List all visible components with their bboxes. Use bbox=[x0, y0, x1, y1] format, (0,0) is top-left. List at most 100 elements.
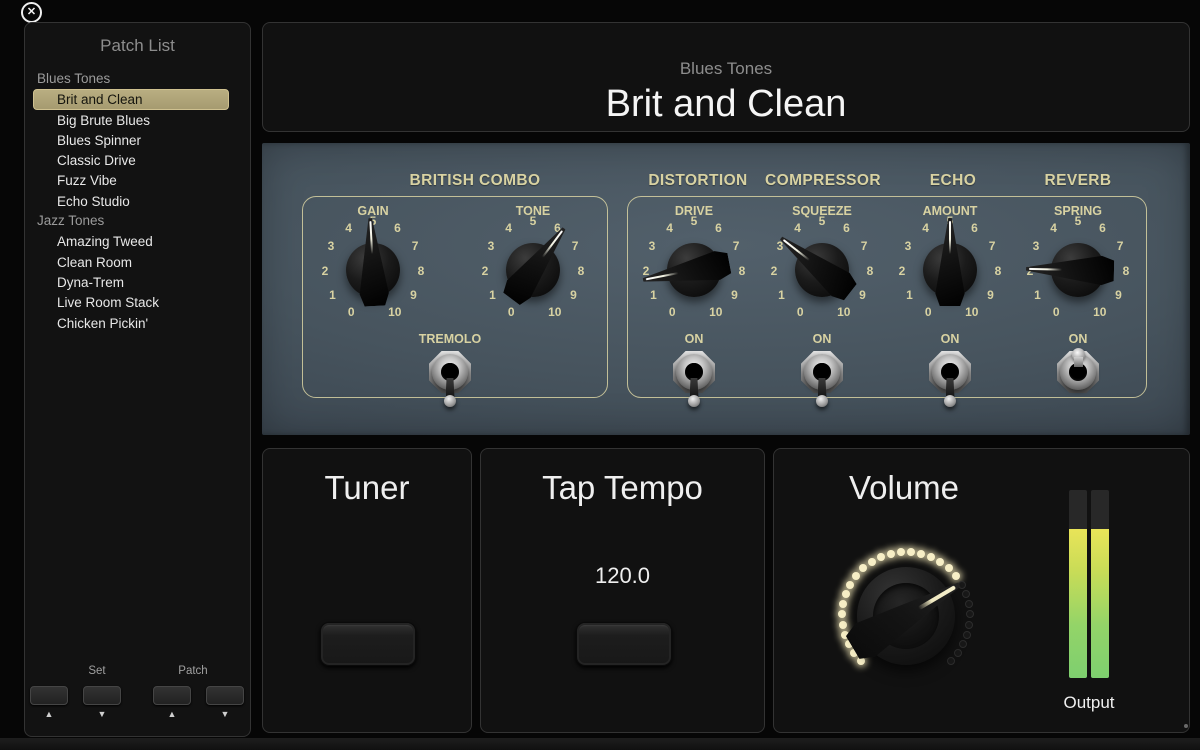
knob-scale-number: 4 bbox=[922, 220, 929, 235]
volume-dot bbox=[917, 549, 926, 558]
volume-dot bbox=[962, 589, 971, 598]
set-down-button[interactable] bbox=[83, 686, 121, 705]
knob-scale-number: 10 bbox=[548, 304, 562, 319]
volume-dot bbox=[944, 564, 953, 573]
patch-list: Blues Tones Brit and Clean Big Brute Blues… bbox=[25, 69, 250, 333]
output-meter-left bbox=[1069, 490, 1087, 678]
knob-scale-number: 9 bbox=[859, 287, 866, 302]
volume-dot bbox=[965, 620, 974, 629]
knob-scale-number: 9 bbox=[1115, 287, 1122, 302]
patch-item[interactable]: Classic Drive bbox=[33, 150, 229, 170]
patch-up-button[interactable] bbox=[153, 686, 191, 705]
volume-dot bbox=[936, 558, 945, 567]
volume-dot bbox=[841, 589, 850, 598]
patch-item[interactable]: Echo Studio bbox=[33, 191, 229, 211]
tap-tempo-button[interactable] bbox=[575, 622, 672, 666]
knob-scale-number: 4 bbox=[666, 220, 673, 235]
knob-scale-number: 8 bbox=[1122, 263, 1130, 278]
patch-item[interactable]: Live Room Stack bbox=[33, 292, 229, 312]
knob-scale-number: 5 bbox=[1074, 214, 1082, 228]
screw-dot bbox=[1184, 724, 1188, 728]
knob-scale-number: 0 bbox=[796, 304, 804, 319]
volume-dot bbox=[951, 571, 960, 580]
knob-scale-number: 8 bbox=[417, 263, 425, 278]
current-set-name: Blues Tones bbox=[679, 59, 773, 78]
output-meter-right bbox=[1091, 490, 1109, 678]
patch-item[interactable]: Blues Spinner bbox=[33, 130, 229, 150]
knob-scale-number: 6 bbox=[843, 220, 850, 235]
patch-item[interactable]: Fuzz Vibe bbox=[33, 170, 229, 190]
tuner-button[interactable] bbox=[320, 622, 416, 666]
volume-dot bbox=[953, 649, 962, 658]
knob-scale-number: 2 bbox=[321, 263, 329, 278]
section-title-reverb: REVERB bbox=[1044, 172, 1112, 189]
knob-indicator-line bbox=[948, 221, 952, 254]
knob-scale-number: 10 bbox=[1093, 304, 1107, 319]
knob-scale-number: 0 bbox=[924, 304, 932, 319]
patch-list-title: Patch List bbox=[100, 36, 175, 55]
volume-knob[interactable] bbox=[774, 449, 1054, 734]
patch-down-button[interactable] bbox=[206, 686, 244, 705]
volume-dot bbox=[876, 553, 885, 562]
knob-scale-number: 9 bbox=[987, 287, 994, 302]
patch-item[interactable]: Chicken Pickin' bbox=[33, 313, 229, 333]
knob-scale-number: 3 bbox=[487, 238, 495, 253]
knob-scale-number: 3 bbox=[327, 238, 335, 253]
knob-scale-number: 7 bbox=[988, 238, 996, 253]
knob-scale-number: 4 bbox=[505, 220, 512, 235]
section-title-british-combo: BRITISH COMBO bbox=[409, 172, 541, 189]
knob-scale-number: 7 bbox=[860, 238, 868, 253]
volume-dot bbox=[838, 620, 847, 629]
knob-scale-number: 9 bbox=[570, 287, 577, 302]
close-button[interactable]: ✕ bbox=[21, 2, 42, 23]
toggle-on-4[interactable]: ON bbox=[1003, 323, 1153, 435]
patch-item[interactable]: Amazing Tweed bbox=[33, 231, 229, 251]
patch-item[interactable]: Dyna-Trem bbox=[33, 272, 229, 292]
knob-scale-number: 6 bbox=[394, 220, 401, 235]
amp-panel: BRITISH COMBO DISTORTION COMPRESSOR ECHO… bbox=[262, 143, 1190, 435]
tap-tempo-panel: Tap Tempo 120.0 bbox=[480, 448, 765, 733]
knob-scale-number: 2 bbox=[898, 263, 906, 278]
knob-scale-number: 3 bbox=[1032, 238, 1040, 253]
down-arrow-icon: ▼ bbox=[97, 709, 107, 719]
knob-scale-number: 4 bbox=[1050, 220, 1057, 235]
knob-scale-number: 7 bbox=[571, 238, 579, 253]
volume-dot bbox=[886, 549, 895, 558]
knob-scale-number: 7 bbox=[732, 238, 740, 253]
knob-scale-number: 10 bbox=[837, 304, 851, 319]
volume-dot bbox=[964, 599, 973, 608]
patch-group-header: Blues Tones bbox=[37, 71, 111, 86]
toggle-handle-tip bbox=[444, 395, 456, 407]
patch-item[interactable]: Brit and Clean bbox=[33, 89, 229, 110]
knob-scale-number: 9 bbox=[731, 287, 738, 302]
tuner-title: Tuner bbox=[324, 469, 410, 506]
knob-indicator-line bbox=[369, 221, 373, 254]
volume-dot bbox=[907, 548, 916, 557]
knob-scale-number: 1 bbox=[329, 287, 336, 302]
knob-scale-number: 6 bbox=[715, 220, 722, 235]
volume-dot bbox=[852, 571, 861, 580]
meter-level bbox=[1091, 529, 1109, 678]
volume-dot bbox=[846, 580, 855, 589]
knob-scale-number: 10 bbox=[388, 304, 402, 319]
up-arrow-icon: ▲ bbox=[44, 709, 54, 719]
knob-scale-number: 1 bbox=[778, 287, 785, 302]
patch-item[interactable]: Big Brute Blues bbox=[33, 110, 229, 130]
knob-scale-number: 1 bbox=[650, 287, 657, 302]
main-window: ✕ Patch List Blues Tones Brit and Clean Bi… bbox=[0, 0, 1200, 750]
toggle-handle bbox=[1073, 357, 1083, 367]
volume-dot bbox=[896, 548, 905, 557]
volume-dot bbox=[927, 553, 936, 562]
patch-list-panel: Patch List Blues Tones Brit and Clean Big … bbox=[24, 22, 251, 737]
meter-level bbox=[1069, 529, 1087, 678]
knob-scale-number: 4 bbox=[345, 220, 352, 235]
toggle-tremolo-0[interactable]: TREMOLO bbox=[375, 323, 525, 435]
tap-tempo-title: Tap Tempo bbox=[542, 469, 703, 506]
tuner-panel: Tuner bbox=[262, 448, 472, 733]
patch-item[interactable]: Clean Room bbox=[33, 252, 229, 272]
set-label: Set bbox=[88, 665, 106, 677]
set-up-button[interactable] bbox=[30, 686, 68, 705]
volume-dot bbox=[859, 564, 868, 573]
knob-scale-number: 0 bbox=[1052, 304, 1060, 319]
knob-scale-number: 7 bbox=[411, 238, 419, 253]
